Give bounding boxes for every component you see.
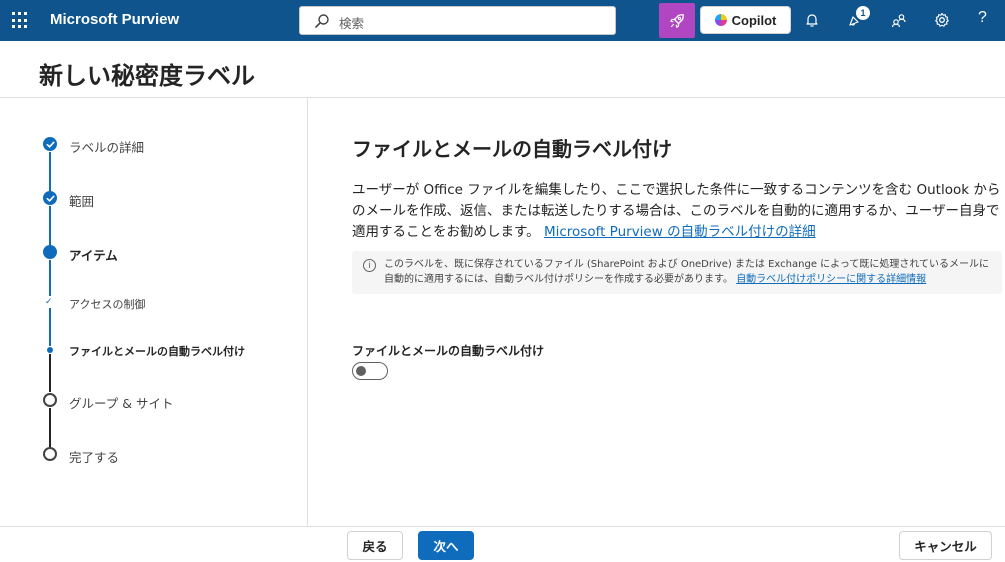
auto-labeling-learn-more-link[interactable]: Microsoft Purview の自動ラベル付けの詳細	[544, 224, 816, 240]
search-placeholder: 検索	[339, 16, 365, 31]
rocket-icon	[670, 13, 684, 28]
copilot-icon	[714, 14, 727, 26]
step-current-dot-icon	[43, 245, 57, 259]
step-label-items[interactable]: アイテム	[69, 245, 118, 264]
substep-check-icon: ✓	[45, 297, 53, 307]
info-message: このラベルを、既に保存されているファイル (SharePoint および One…	[384, 257, 996, 287]
next-button[interactable]: 次へ	[418, 531, 474, 560]
rocket-button[interactable]	[659, 3, 695, 38]
step-pending-circle-icon	[43, 393, 57, 407]
notification-badge: 1	[856, 6, 870, 20]
step-connector	[49, 308, 51, 346]
step-connector	[49, 354, 51, 392]
footer-divider	[0, 526, 1005, 527]
auto-labeling-policy-link[interactable]: 自動ラベル付けポリシーに関する詳細情報	[736, 274, 926, 285]
substep-label-auto-labeling[interactable]: ファイルとメールの自動ラベル付け	[69, 343, 245, 359]
auto-labeling-toggle-label: ファイルとメールの自動ラベル付け	[352, 344, 545, 358]
copilot-button[interactable]: Copilot	[700, 6, 791, 34]
step-label-finish[interactable]: 完了する	[69, 447, 119, 466]
toggle-knob	[356, 366, 366, 376]
page-title: 新しい秘密度ラベル	[39, 62, 255, 90]
gear-icon[interactable]	[932, 10, 952, 30]
feedback-icon[interactable]	[889, 10, 909, 30]
search-input[interactable]: 検索	[299, 6, 616, 35]
step-pending-circle-icon	[43, 447, 57, 461]
step-complete-check-icon	[43, 191, 57, 205]
info-icon: i	[363, 259, 376, 272]
info-message-bar: i このラベルを、既に保存されているファイル (SharePoint および O…	[352, 251, 1002, 294]
substep-current-dot-icon	[47, 347, 53, 353]
search-icon	[315, 14, 329, 28]
step-label-details[interactable]: ラベルの詳細	[69, 137, 144, 156]
help-icon[interactable]: ?	[978, 9, 987, 27]
back-button[interactable]: 戻る	[347, 531, 403, 560]
section-description: ユーザーが Office ファイルを編集したり、ここで選択した条件に一致するコン…	[352, 180, 1002, 243]
step-connector	[49, 408, 51, 448]
step-label-scope[interactable]: 範囲	[69, 191, 94, 210]
app-title[interactable]: Microsoft Purview	[50, 11, 179, 28]
step-complete-check-icon	[43, 137, 57, 151]
top-bar: Microsoft Purview 検索 Copilot 1 ?	[0, 0, 1005, 41]
auto-labeling-toggle[interactable]	[352, 362, 388, 380]
wizard-stepper: ラベルの詳細 範囲 アイテム ✓ アクセスの制御 ファイルとメールの自動ラベル付…	[0, 98, 307, 526]
step-label-groups-sites[interactable]: グループ & サイト	[69, 393, 173, 412]
step-connector	[49, 206, 51, 246]
cancel-button[interactable]: キャンセル	[899, 531, 992, 560]
section-title: ファイルとメールの自動ラベル付け	[352, 137, 672, 161]
copilot-label: Copilot	[731, 12, 777, 28]
step-connector	[49, 152, 51, 192]
step-connector	[49, 260, 51, 296]
bell-icon[interactable]	[802, 10, 822, 30]
app-launcher-icon[interactable]	[12, 12, 29, 29]
substep-label-access-control[interactable]: アクセスの制御	[69, 296, 145, 312]
panel-divider	[307, 97, 308, 527]
